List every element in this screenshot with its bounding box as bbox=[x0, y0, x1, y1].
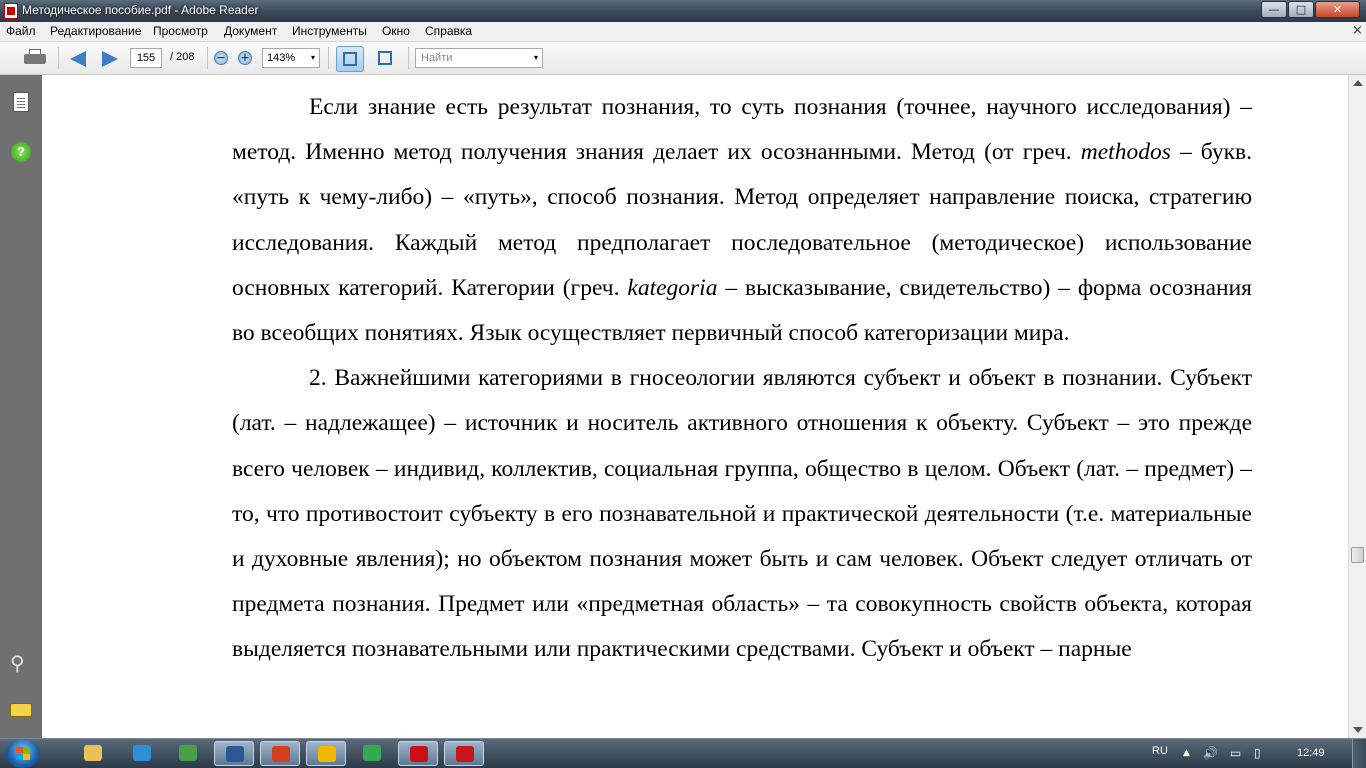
battery-icon[interactable]: ▯ bbox=[1254, 746, 1261, 760]
taskbar: RU ▲ 🔊 ▭ ▯ 12:49 bbox=[0, 738, 1366, 768]
taskbar-photo-viewer[interactable] bbox=[168, 741, 208, 766]
menu-bar: Файл Редактирование Просмотр Документ Ин… bbox=[0, 22, 1366, 42]
help-icon[interactable]: ? bbox=[11, 142, 31, 162]
toolbar: 155 / 208 − + 143% ▾ Найти ▾ bbox=[0, 42, 1366, 75]
menu-view[interactable]: Просмотр bbox=[153, 24, 208, 38]
title-bar: Методическое пособие.pdf - Adobe Reader … bbox=[0, 0, 1366, 22]
comment-icon[interactable] bbox=[10, 703, 32, 717]
taskbar-opera[interactable] bbox=[398, 741, 438, 766]
taskbar-adobe-reader[interactable] bbox=[444, 741, 484, 766]
taskbar-word[interactable] bbox=[214, 741, 254, 766]
adobe-reader-icon bbox=[4, 3, 18, 19]
menu-tools[interactable]: Инструменты bbox=[292, 24, 367, 38]
search-input[interactable]: Найти ▾ bbox=[415, 48, 543, 68]
next-page-icon[interactable] bbox=[102, 51, 118, 67]
fit-width-icon[interactable] bbox=[336, 46, 364, 72]
chevron-down-icon[interactable]: ▾ bbox=[534, 49, 538, 67]
paragraph-1: Если знание есть результат познания, то … bbox=[232, 94, 1253, 347]
menu-help[interactable]: Справка bbox=[425, 24, 472, 38]
menu-document[interactable]: Документ bbox=[224, 24, 277, 38]
page-number-input[interactable]: 155 bbox=[130, 48, 162, 68]
volume-icon[interactable]: 🔊 bbox=[1203, 746, 1218, 760]
page-total: / 208 bbox=[170, 51, 195, 63]
photo-viewer-icon bbox=[179, 745, 197, 761]
taskbar-explorer[interactable] bbox=[73, 741, 113, 766]
network-icon[interactable]: ▭ bbox=[1230, 746, 1241, 760]
zoom-out-icon[interactable]: − bbox=[214, 51, 228, 65]
window-title: Методическое пособие.pdf - Adobe Reader bbox=[22, 3, 259, 17]
explorer-icon bbox=[84, 745, 102, 761]
paragraph-2: 2. Важнейшими категориями в гносеологии … bbox=[232, 365, 1252, 663]
close-document-icon[interactable]: × bbox=[1352, 23, 1363, 38]
close-button[interactable]: ✕ bbox=[1315, 1, 1360, 18]
menu-file[interactable]: Файл bbox=[6, 24, 36, 38]
vertical-scrollbar[interactable] bbox=[1348, 75, 1366, 738]
presentation-icon bbox=[272, 746, 290, 762]
zoom-value: 143% bbox=[267, 52, 296, 64]
scroll-up-icon[interactable] bbox=[1353, 80, 1363, 86]
menu-window[interactable]: Окно bbox=[382, 24, 410, 38]
maximize-button[interactable]: □ bbox=[1288, 1, 1314, 18]
scroll-thumb[interactable] bbox=[1351, 547, 1364, 563]
taskbar-internet-explorer[interactable] bbox=[122, 741, 162, 766]
navigation-pane: ? ⚲ bbox=[0, 75, 42, 738]
previous-page-icon[interactable] bbox=[70, 51, 86, 67]
search-placeholder: Найти bbox=[421, 52, 453, 64]
internet-explorer-icon bbox=[133, 745, 151, 761]
pages-icon[interactable] bbox=[13, 92, 29, 112]
taskbar-media-player[interactable] bbox=[306, 741, 346, 766]
media-player-icon bbox=[318, 746, 336, 762]
chevron-down-icon: ▾ bbox=[310, 53, 315, 62]
taskbar-presentation[interactable] bbox=[260, 741, 300, 766]
paperclip-icon[interactable]: ⚲ bbox=[10, 651, 25, 675]
show-desktop-button[interactable] bbox=[1352, 739, 1366, 768]
print-icon[interactable] bbox=[24, 49, 46, 67]
taskbar-chrome[interactable] bbox=[352, 741, 392, 766]
language-indicator[interactable]: RU bbox=[1152, 745, 1168, 757]
opera-icon bbox=[410, 746, 428, 762]
minimize-button[interactable]: — bbox=[1261, 1, 1287, 18]
fit-page-icon[interactable] bbox=[372, 46, 400, 72]
menu-edit[interactable]: Редактирование bbox=[50, 24, 141, 38]
chrome-icon bbox=[363, 745, 381, 761]
scroll-down-icon[interactable] bbox=[1353, 727, 1363, 733]
page-text: Если знание есть результат познания, то … bbox=[232, 85, 1252, 673]
zoom-select[interactable]: 143% ▾ bbox=[262, 48, 320, 68]
clock[interactable]: 12:49 bbox=[1297, 747, 1325, 759]
document-view[interactable]: Если знание есть результат познания, то … bbox=[42, 75, 1348, 738]
start-button[interactable] bbox=[6, 739, 40, 768]
zoom-in-icon[interactable]: + bbox=[238, 51, 252, 65]
tray-expand-icon[interactable]: ▲ bbox=[1183, 748, 1190, 758]
adobe-reader-icon bbox=[456, 746, 474, 762]
word-icon bbox=[226, 746, 244, 762]
